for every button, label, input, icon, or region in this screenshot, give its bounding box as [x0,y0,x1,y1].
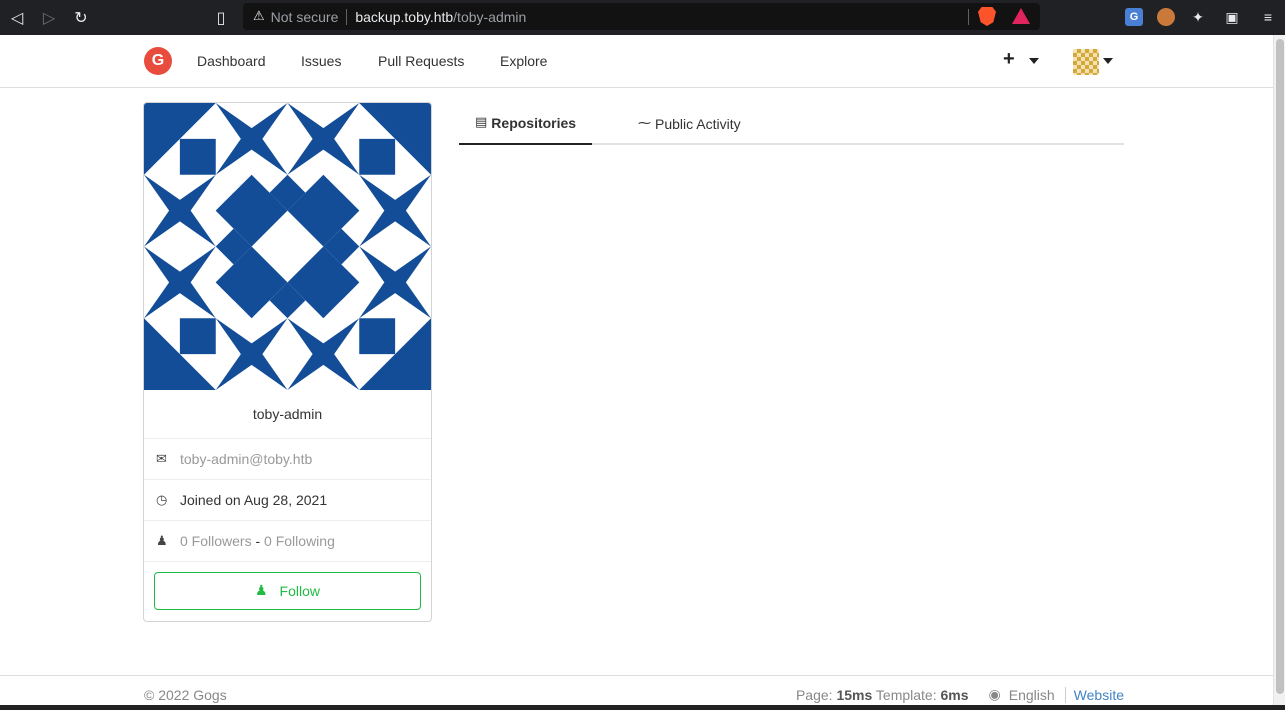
person-icon: ♟ [156,533,168,549]
not-secure-label: Not secure [270,8,339,25]
site-header: G Dashboard Issues Pull Requests Explore… [0,35,1273,88]
profile-joined: Joined on Aug 28, 2021 [180,492,328,508]
page-scrollbar[interactable] [1273,35,1285,705]
scrollbar-thumb[interactable] [1276,39,1284,694]
reload-icon[interactable]: ↻ [69,6,93,28]
warning-icon: ⚠ [253,9,265,24]
user-menu-chevron-down-icon[interactable] [1103,58,1113,64]
clock-icon: ◷ [156,492,168,508]
rss-icon: ⁓ [638,116,651,131]
follow-separator: - [251,533,265,549]
tab-public-activity-label: Public Activity [655,115,741,132]
create-chevron-down-icon[interactable] [1029,58,1039,64]
template-time-value: 6ms [940,687,969,703]
forward-icon[interactable]: ▷ [37,6,61,28]
gogs-logo-icon[interactable]: G [144,47,172,75]
menu-icon[interactable]: ≡ [1259,8,1277,26]
tab-public-activity[interactable]: ⁓ Public Activity [638,102,741,145]
page-time-label: Page: [795,687,837,703]
envelope-icon: ✉ [156,451,167,467]
bookmark-icon[interactable]: ▯ [209,6,233,28]
profile-tabs: ▤ Repositories ⁓ Public Activity [459,102,1124,145]
website-link[interactable]: Website [1074,687,1124,703]
globe-icon: ◉ [988,687,1001,703]
following-link[interactable]: 0 Following [264,533,335,549]
follow-button[interactable]: ♟ Follow [154,572,421,610]
follow-label: Follow [279,583,321,599]
cookie-extension-icon[interactable] [1157,8,1175,26]
followers-link[interactable]: 0 Followers [180,533,252,549]
tab-repositories-label: Repositories [491,114,577,131]
extensions-puzzle-icon[interactable]: ✦ [1189,8,1207,26]
profile-joined-row: ◷ Joined on Aug 28, 2021 [144,480,431,521]
nav-issues[interactable]: Issues [301,53,341,69]
template-time-label: Template: [872,687,941,703]
tab-repositories[interactable]: ▤ Repositories [459,102,593,145]
footer-divider [1064,687,1066,703]
browser-toolbar: ◁ ▷ ↻ ▯ ⚠ Not secure backup.toby.htb/tob… [0,0,1285,35]
back-icon[interactable]: ◁ [5,6,29,28]
brave-shields-icon[interactable] [978,7,996,26]
url-host: backup.toby.htb [355,8,454,25]
profile-follow-stats-row: ♟ 0 Followers - 0 Following [144,521,431,562]
omnibox-separator [346,8,348,25]
user-avatar[interactable] [1073,49,1099,75]
profile-email-row: ✉ toby-admin@toby.htb [144,439,431,480]
profile-email[interactable]: toby-admin@toby.htb [180,451,312,467]
profile-username: toby-admin [144,390,431,439]
site-footer: © 2022 Gogs Page: 15ms Template: 6ms ◉ E… [0,675,1273,705]
omnibox-separator-right [968,9,969,25]
person-icon: ♟ [254,583,268,599]
book-icon: ▤ [475,115,488,130]
profile-card: toby-admin ✉ toby-admin@toby.htb ◷ Joine… [143,102,432,622]
create-new-button[interactable]: + [1003,48,1015,71]
wallet-icon[interactable]: ▣ [1223,8,1241,26]
translate-extension-icon[interactable]: G [1125,8,1143,26]
profile-avatar [144,103,431,390]
nav-dashboard[interactable]: Dashboard [197,53,266,69]
address-bar[interactable]: ⚠ Not secure backup.toby.htb/toby-admin [243,3,1040,30]
footer-copyright: © 2022 Gogs [144,687,227,703]
url-path: /toby-admin [453,8,527,25]
nav-pull-requests[interactable]: Pull Requests [378,53,464,69]
brave-rewards-icon[interactable] [1012,8,1030,24]
bottom-edge [0,705,1285,710]
page-time-value: 15ms [836,687,873,703]
language-selector[interactable]: English [1009,687,1055,703]
nav-explore[interactable]: Explore [500,53,547,69]
